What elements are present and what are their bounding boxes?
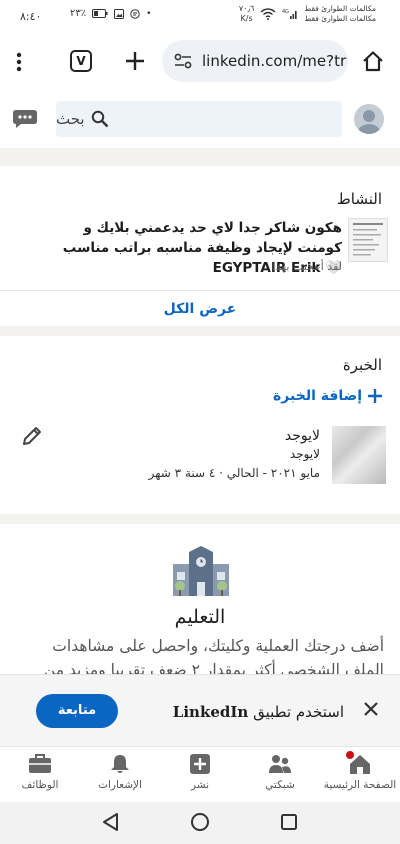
post-thumbnail[interactable] xyxy=(348,218,388,262)
nav-post-label: نشر xyxy=(190,779,210,791)
chat-notification-icon xyxy=(130,8,140,19)
experience-card: الخبرة إضافة الخبرة لايوجد لايوجد مايو ٢… xyxy=(0,336,400,514)
bottom-nav: الصفحة الرئيسية شبكتي نشر الإشعارات الوظ… xyxy=(0,746,400,802)
nav-home[interactable]: الصفحة الرئيسية xyxy=(320,749,400,791)
nav-notifications[interactable]: الإشعارات xyxy=(80,753,160,791)
nav-network-label: شبكتي xyxy=(265,779,295,791)
home-icon[interactable] xyxy=(362,50,384,72)
linkedin-header: بحث xyxy=(0,90,400,148)
status-right: ٧٠٫٦ K/s 4G مكالمات الطوارئ فقط مكالمات … xyxy=(239,4,376,24)
school-building-icon xyxy=(173,546,229,596)
network-icon xyxy=(268,753,292,775)
notification-badge xyxy=(344,749,356,761)
company-logo[interactable] xyxy=(332,426,386,484)
recents-icon[interactable] xyxy=(280,813,298,831)
system-nav-bar xyxy=(0,802,400,844)
home-circle-icon[interactable] xyxy=(190,812,210,832)
svg-text:4G: 4G xyxy=(282,9,289,15)
carrier-text: مكالمات الطوارئ فقط مكالمات الطوارئ فقط xyxy=(304,4,376,23)
nav-jobs[interactable]: الوظائف xyxy=(0,753,80,791)
show-all-activity-link[interactable]: عرض الكل xyxy=(0,301,400,317)
battery-icon xyxy=(92,9,108,18)
nav-network[interactable]: شبكتي xyxy=(240,753,320,791)
address-bar[interactable]: linkedin.com/me?tr xyxy=(162,40,348,82)
activity-card: النشاط هكون شاكر جدا لاي حد يدعمني بلايك… xyxy=(0,166,400,326)
open-in-app-banner: استخدم تطبيق LinkedIn متابعة xyxy=(0,674,400,746)
browser-toolbar: V linkedin.com/me?tr xyxy=(0,34,400,90)
experience-company: لايوجد xyxy=(289,447,320,461)
nav-home-label: الصفحة الرئيسية xyxy=(323,779,397,791)
banner-text: استخدم تطبيق LinkedIn xyxy=(172,703,344,721)
url-text: linkedin.com/me?tr xyxy=(202,52,347,70)
close-icon[interactable] xyxy=(364,702,378,716)
nav-post[interactable]: نشر xyxy=(160,753,240,791)
search-input[interactable]: بحث xyxy=(56,110,85,128)
battery-level: ٢٣٪ xyxy=(70,8,87,19)
education-heading: التعليم xyxy=(174,606,226,628)
experience-title: لايوجد xyxy=(284,428,320,444)
divider xyxy=(0,290,400,291)
home-nav-icon xyxy=(344,749,372,775)
wifi-icon xyxy=(260,8,276,20)
linkedin-brand: LinkedIn xyxy=(172,703,249,721)
post-meta: لقد أعجبت بهذا xyxy=(272,260,343,273)
education-description: أضف درجتك العملية وكليتك، واحصل على مشاه… xyxy=(43,637,384,674)
tab-switcher-button[interactable]: V xyxy=(70,50,92,72)
search-bar[interactable]: بحث xyxy=(56,101,342,137)
signal-icon: 4G xyxy=(282,8,298,20)
edit-pencil-icon[interactable] xyxy=(20,424,44,448)
new-tab-icon[interactable] xyxy=(125,51,145,71)
experience-dates: مايو ٢٠٢١ - الحالي · ٤ سنة ٣ شهر xyxy=(148,466,320,480)
activity-heading: النشاط xyxy=(336,190,382,208)
post-plus-icon xyxy=(189,753,211,775)
status-bar: ٨:٤٠ ٢٣٪ • ٧٠٫٦ K/s 4G مكالمات الطوارئ ف… xyxy=(0,0,400,34)
nav-notifications-label: الإشعارات xyxy=(98,779,142,791)
nav-jobs-label: الوظائف xyxy=(21,779,59,791)
bullet-icon: • xyxy=(146,8,152,19)
add-experience-label: إضافة الخبرة xyxy=(273,388,362,404)
network-speed: ٧٠٫٦ K/s xyxy=(238,4,255,23)
plus-icon xyxy=(368,389,382,403)
briefcase-icon xyxy=(28,753,52,775)
image-notification-icon xyxy=(114,8,125,19)
education-card: التعليم أضف درجتك العملية وكليتك، واحصل … xyxy=(0,524,400,674)
experience-heading: الخبرة xyxy=(342,356,382,374)
site-settings-icon[interactable] xyxy=(174,53,192,69)
back-icon[interactable] xyxy=(101,812,121,832)
profile-avatar[interactable] xyxy=(354,104,384,134)
search-icon xyxy=(91,110,109,128)
bell-icon xyxy=(109,753,131,775)
continue-button[interactable]: متابعة xyxy=(36,694,118,728)
messaging-icon[interactable] xyxy=(12,108,38,130)
status-time: ٨:٤٠ xyxy=(20,10,42,23)
more-vert-icon[interactable] xyxy=(16,52,22,72)
status-indicators: ٢٣٪ • xyxy=(70,8,151,19)
add-experience-link[interactable]: إضافة الخبرة xyxy=(273,388,382,404)
